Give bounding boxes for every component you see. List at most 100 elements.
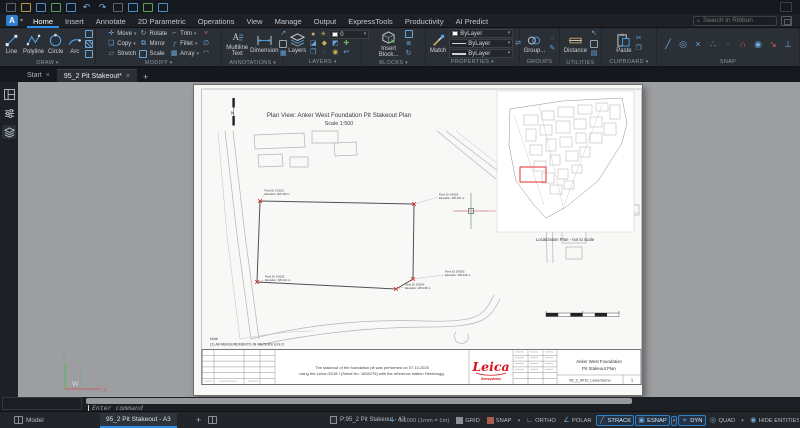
copy-icon[interactable] bbox=[128, 3, 138, 12]
close-icon[interactable]: × bbox=[46, 72, 50, 79]
layer-thaw-icon[interactable]: ◉ bbox=[331, 49, 339, 57]
draw-panel-caret-icon[interactable]: ▾ bbox=[56, 60, 59, 66]
linetype-dropdown[interactable]: ByLayer ▾ bbox=[449, 39, 513, 48]
toggle-quad[interactable]: ◎QUAD bbox=[707, 415, 739, 426]
toggle-dyn[interactable]: ⌖DYN bbox=[678, 415, 705, 426]
layer-prev-icon[interactable]: ↩ bbox=[342, 49, 350, 57]
trim-caret-icon[interactable]: ▾ bbox=[194, 32, 197, 37]
insert-block-tool[interactable]: Insert Block... bbox=[375, 31, 403, 58]
array-tool[interactable]: ▦Array▾ bbox=[170, 50, 199, 58]
doc-tab-drawing[interactable]: 95_2 Pit Stakeout* × bbox=[57, 69, 137, 82]
menu-tab-ai-predict[interactable]: AI Predict bbox=[450, 14, 495, 28]
ribbon-search-box[interactable] bbox=[693, 16, 777, 26]
menu-tab-annotate[interactable]: Annotate bbox=[90, 14, 132, 28]
copy-tool[interactable]: ❏Copy▾ bbox=[107, 40, 136, 48]
menu-tab-output[interactable]: Output bbox=[308, 14, 343, 28]
layer-new-icon[interactable]: ✚ bbox=[342, 40, 350, 48]
layer-freeze-icon[interactable]: ☀ bbox=[319, 31, 327, 39]
close-icon[interactable]: × bbox=[126, 73, 130, 80]
menu-tab-operations[interactable]: Operations bbox=[192, 14, 241, 28]
edit-block-icon[interactable] bbox=[405, 30, 413, 38]
ribbon-options-icon[interactable] bbox=[781, 16, 792, 26]
snap-nearest-icon[interactable]: ∴ bbox=[708, 39, 718, 49]
save-icon[interactable] bbox=[36, 3, 46, 12]
array-caret-icon[interactable]: ▾ bbox=[196, 52, 199, 57]
add-layout-button[interactable]: + bbox=[196, 415, 201, 425]
undo-icon[interactable]: ↶ bbox=[81, 2, 92, 13]
blocks-panel-caret-icon[interactable]: ▾ bbox=[405, 60, 408, 66]
lineweight-dropdown[interactable]: ByLayer ▾ bbox=[449, 49, 513, 58]
annotations-panel-caret-icon[interactable]: ▾ bbox=[273, 60, 276, 66]
open-file-icon[interactable] bbox=[21, 3, 31, 12]
move-caret-icon[interactable]: ▾ bbox=[134, 32, 137, 37]
toggle-esnap[interactable]: ▣ESNAP bbox=[635, 415, 670, 426]
toggle-strack[interactable]: ╱STRACK bbox=[596, 415, 635, 426]
fillet-caret-icon[interactable]: ▾ bbox=[195, 42, 198, 47]
layout-tab[interactable]: 95_2 Pit Stakeout - A3 bbox=[100, 413, 177, 428]
rectangle-tool-icon[interactable] bbox=[85, 30, 93, 38]
menu-tab-productivity[interactable]: Productivity bbox=[399, 14, 450, 28]
share-icon[interactable] bbox=[158, 3, 168, 12]
block-sync-icon[interactable]: ↻ bbox=[405, 50, 413, 58]
plot-icon[interactable] bbox=[113, 3, 123, 12]
copy-caret-icon[interactable]: ▾ bbox=[133, 42, 136, 47]
layer-match-icon[interactable]: ◩ bbox=[331, 40, 339, 48]
cloud-icon[interactable] bbox=[143, 3, 153, 12]
clipboard-panel-caret-icon[interactable]: ▾ bbox=[646, 59, 649, 65]
ungroup-icon[interactable]: ◌ bbox=[548, 35, 556, 43]
layout-list-icon[interactable] bbox=[208, 416, 217, 424]
paste-tool[interactable]: Paste bbox=[615, 33, 632, 54]
layers-tool[interactable]: Layers bbox=[287, 33, 307, 54]
menu-tab-insert[interactable]: Insert bbox=[59, 14, 90, 28]
snap-center-icon[interactable]: ◎ bbox=[678, 39, 688, 49]
group-tool[interactable]: Group... bbox=[523, 34, 547, 54]
model-tab[interactable]: Model bbox=[14, 416, 44, 424]
id-point-icon[interactable]: ↖ bbox=[590, 30, 598, 38]
snap-caret-icon[interactable]: ▾ bbox=[516, 416, 523, 426]
multiline-text-tool[interactable]: A Multiline Text bbox=[225, 31, 249, 57]
menu-tab-view[interactable]: View bbox=[240, 14, 268, 28]
erase-tool[interactable]: × bbox=[202, 30, 210, 38]
quad-caret-icon[interactable]: ▾ bbox=[739, 416, 746, 426]
new-file-icon[interactable] bbox=[6, 3, 16, 12]
application-caret-icon[interactable]: ▾ bbox=[20, 17, 23, 24]
color-dropdown[interactable]: ByLayer ▾ bbox=[449, 29, 513, 38]
cut-icon[interactable]: ✂ bbox=[635, 35, 643, 43]
circle-tool[interactable]: Circle bbox=[47, 33, 64, 55]
drawing-viewport[interactable]: N Plan View: Anker West Foundation Pit S… bbox=[0, 82, 800, 397]
annotation-scale[interactable]: 1:1000 (1mm = 1m) bbox=[399, 418, 450, 424]
move-tool[interactable]: ✛Move▾ bbox=[107, 30, 136, 38]
offset-tool[interactable]: ∅ bbox=[202, 40, 210, 48]
snap-node-icon[interactable]: · bbox=[723, 39, 733, 49]
modify-panel-caret-icon[interactable]: ▾ bbox=[170, 60, 173, 66]
toggle-polar[interactable]: ∠POLAR bbox=[560, 415, 595, 426]
distance-tool[interactable]: Distance bbox=[563, 35, 588, 54]
layer-isolate-icon[interactable]: ◪ bbox=[309, 40, 317, 48]
dimension-tool[interactable]: Dimension bbox=[251, 34, 277, 54]
menu-tab-2d-parametric[interactable]: 2D Parametric bbox=[132, 14, 192, 28]
attach-xref-icon[interactable]: ⧈ bbox=[405, 40, 413, 48]
group-edit-icon[interactable]: ✎ bbox=[548, 45, 556, 53]
layers-panel-caret-icon[interactable]: ▾ bbox=[334, 59, 337, 65]
gradient-tool-icon[interactable] bbox=[85, 50, 93, 58]
print-icon[interactable] bbox=[66, 3, 76, 12]
redo-icon[interactable]: ↷ bbox=[97, 2, 108, 13]
scale-tool[interactable]: Scale bbox=[139, 50, 167, 58]
snap-intersection-icon[interactable]: × bbox=[693, 39, 703, 49]
settings-sliders-icon[interactable] bbox=[2, 106, 16, 120]
ribbon-search-input[interactable] bbox=[703, 17, 773, 24]
doc-tab-start[interactable]: Start × bbox=[20, 69, 57, 82]
copy-clip-icon[interactable]: ❐ bbox=[635, 45, 643, 53]
panels-icon[interactable] bbox=[2, 87, 16, 101]
layers-panel-icon[interactable] bbox=[2, 125, 16, 139]
polyline-tool[interactable]: Polyline bbox=[22, 33, 45, 55]
save-as-icon[interactable] bbox=[51, 3, 61, 12]
toggle-grid[interactable]: GRID bbox=[453, 415, 483, 426]
match-properties-tool[interactable]: Match bbox=[429, 34, 447, 54]
stretch-tool[interactable]: ▱Stretch bbox=[107, 50, 136, 58]
toggle-snap[interactable]: SNAP bbox=[484, 415, 515, 426]
hatch-tool-icon[interactable] bbox=[85, 40, 93, 48]
mirror-tool[interactable]: ⧉Mirror bbox=[139, 40, 167, 48]
menu-tab-home[interactable]: Home bbox=[27, 14, 59, 28]
snap-magnet-icon[interactable]: ∩ bbox=[738, 39, 748, 49]
